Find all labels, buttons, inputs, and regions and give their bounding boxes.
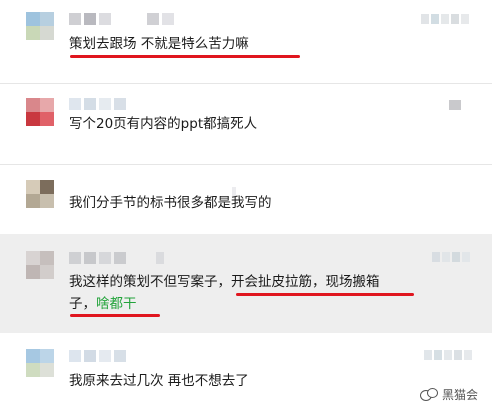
nickname-blurred xyxy=(69,98,126,110)
comment-text: 我们分手节的标书很多都是我写的 xyxy=(69,195,272,211)
nickname-blurred xyxy=(69,252,164,264)
red-underline xyxy=(70,314,160,317)
comment-text: 写个20页有内容的ppt都搞死人 xyxy=(69,116,258,132)
meta-blurred xyxy=(432,252,470,262)
comment-text-plain: 我这样的策划不但写案子， xyxy=(69,274,231,290)
comment-text-emphasis: 开会扯皮拉筋，现场搬箱 xyxy=(231,274,380,290)
comment-text-green: 啥都干 xyxy=(96,296,137,312)
comment-item: 我原来去过几次 再也不想去了 xyxy=(0,333,492,413)
meta-blurred xyxy=(449,100,461,110)
watermark-text: 黑猫会 xyxy=(441,388,478,402)
comment-item: 我这样的策划不但写案子，开会扯皮拉筋，现场搬箱 子，啥都干 xyxy=(0,234,492,333)
comment-item: 策划去跟场 不就是特么苦力嘛 xyxy=(0,0,492,83)
nickname-blurred xyxy=(69,13,174,25)
comment-text-line1: 我这样的策划不但写案子，开会扯皮拉筋，现场搬箱 xyxy=(69,271,380,293)
avatar[interactable] xyxy=(26,180,54,208)
comment-text-plain: 子， xyxy=(69,296,96,312)
comment-item: 我们分手节的标书很多都是我写的 xyxy=(0,165,492,234)
avatar[interactable] xyxy=(26,12,54,40)
comment-list: 策划去跟场 不就是特么苦力嘛 写个20页有内容的ppt都搞死人 我们分手节的标书… xyxy=(0,0,492,413)
meta-blurred xyxy=(421,14,469,24)
avatar[interactable] xyxy=(26,98,54,126)
meta-blurred xyxy=(424,350,472,360)
comment-text: 策划去跟场 不就是特么苦力嘛 xyxy=(69,36,249,52)
red-underline xyxy=(70,55,300,58)
avatar[interactable] xyxy=(26,251,54,279)
watermark: 黑猫会 xyxy=(419,386,478,403)
comment-item: 写个20页有内容的ppt都搞死人 xyxy=(0,84,492,164)
nickname-blurred xyxy=(69,350,126,362)
red-underline xyxy=(236,293,414,296)
comment-text: 我原来去过几次 再也不想去了 xyxy=(69,373,249,389)
comment-text-line2: 子，啥都干 xyxy=(69,293,137,315)
wechat-icon xyxy=(419,387,438,402)
avatar[interactable] xyxy=(26,349,54,377)
